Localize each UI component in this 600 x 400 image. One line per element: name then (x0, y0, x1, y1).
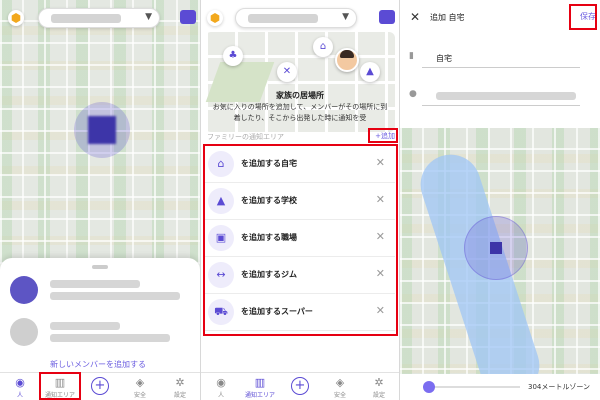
place-marker[interactable] (490, 242, 502, 254)
circle-selector[interactable]: ▼ (38, 8, 160, 28)
gear-icon: ✲ (374, 376, 384, 389)
nav-item-people[interactable]: ◉ 人 (203, 376, 239, 399)
member-status-blurred (50, 292, 180, 300)
list-item[interactable] (10, 318, 190, 346)
chevron-down-icon: ▼ (342, 12, 349, 22)
list-item[interactable] (10, 276, 190, 304)
nav-item-places[interactable]: ▥ 通知エリア (242, 376, 278, 399)
member-location-marker[interactable] (88, 116, 116, 144)
plus-icon[interactable]: + (291, 377, 309, 395)
address-field[interactable]: ● (409, 86, 580, 106)
plus-icon[interactable]: + (91, 377, 109, 395)
highlight-save-button (569, 4, 597, 30)
zone-size-label: 304メートルゾーン (527, 383, 590, 391)
nav-item-safety[interactable]: ◈ 安全 (322, 376, 358, 399)
card-title: 家族の居場所 (276, 91, 324, 100)
chat-icon[interactable] (180, 10, 196, 24)
circle-name-blurred (51, 14, 121, 23)
shield-icon: ◈ (135, 376, 145, 389)
member-status-blurred (50, 334, 170, 342)
section-title: ファミリーの通知エリア (207, 133, 284, 141)
nav-item-settings[interactable]: ✲ 設定 (162, 376, 198, 399)
highlight-places-list (203, 144, 398, 336)
add-member-link[interactable]: 新しいメンバーを追加する (50, 359, 146, 370)
place-name-field[interactable]: ▮ 自宅 (409, 48, 580, 68)
person-icon: ◉ (15, 376, 25, 389)
radius-slider[interactable] (422, 381, 520, 393)
nav-item-safety[interactable]: ◈ 安全 (122, 376, 158, 399)
chevron-down-icon: ▼ (145, 12, 152, 22)
close-icon[interactable]: ✕ (410, 10, 420, 24)
screen-people: ▼ 新しいメンバーを追加する ◉ 人 ▥ 通知エリア + ◈ 安全 ✲ 設定 (0, 0, 200, 400)
school-icon: ▲ (360, 62, 380, 82)
nav-item-people[interactable]: ◉ 人 (2, 376, 38, 399)
member-name-blurred (50, 280, 140, 288)
building-icon: ▥ (254, 376, 266, 389)
gear-icon: ✲ (175, 376, 185, 389)
avatar (10, 276, 38, 304)
circle-selector[interactable]: ▼ (235, 8, 357, 28)
places-intro-card: ♣ ⌂ ✕ ▲ 家族の居場所 お気に入りの場所を追加して、メンバーがその場所に到… (205, 32, 395, 132)
hexagon-icon[interactable] (8, 10, 24, 26)
person-icon: ◉ (216, 376, 226, 389)
screen-add-place: ✕ 追加 自宅 保存 ▮ 自宅 ● 304メートルゾーン (400, 0, 600, 400)
highlight-places-tab (39, 372, 81, 400)
members-sheet: 新しいメンバーを追加する (0, 258, 200, 372)
park-icon: ♣ (223, 46, 243, 66)
bottom-nav: ◉ 人 ▥ 通知エリア + ◈ 安全 ✲ 設定 (0, 372, 200, 400)
home-icon: ⌂ (313, 37, 333, 57)
circle-name-blurred (248, 14, 318, 23)
highlight-add-button (368, 128, 398, 143)
pin-icon: ● (409, 89, 417, 99)
shield-icon: ◈ (335, 376, 345, 389)
bookmark-icon: ▮ (409, 51, 414, 61)
slider-handle[interactable] (422, 381, 435, 393)
page-title: 追加 自宅 (430, 13, 465, 22)
hexagon-icon[interactable] (207, 10, 223, 26)
chat-icon[interactable] (379, 10, 395, 24)
nav-item-settings[interactable]: ✲ 設定 (361, 376, 397, 399)
card-description: お気に入りの場所を追加して、メンバーがその場所に到着したり、そこから出発した時に… (212, 103, 388, 122)
screen-places: ▼ ♣ ⌂ ✕ ▲ 家族の居場所 お気に入りの場所を追加して、メンバーがその場所… (201, 0, 399, 400)
address-blurred (436, 92, 576, 100)
avatar (335, 48, 359, 72)
avatar (10, 318, 38, 346)
radius-slider-bar: 304メートルゾーン (400, 374, 600, 400)
drag-handle[interactable] (92, 265, 108, 269)
member-name-blurred (50, 322, 120, 330)
bottom-nav: ◉ 人 ▥ 通知エリア + ◈ 安全 ✲ 設定 (201, 372, 399, 400)
restaurant-icon: ✕ (277, 62, 297, 82)
